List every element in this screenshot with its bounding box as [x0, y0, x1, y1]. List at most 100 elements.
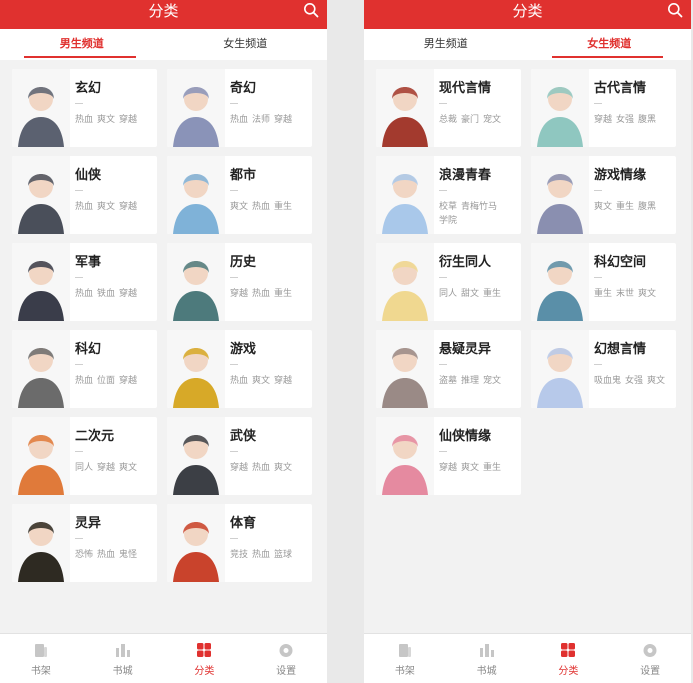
- nav-item[interactable]: 分类: [164, 634, 246, 683]
- category-card[interactable]: 奇幻 热血 法师 穿越: [167, 69, 312, 147]
- category-card[interactable]: 都市 爽文 热血 重生: [167, 156, 312, 234]
- category-name: 科幻空间: [594, 255, 647, 270]
- tag: 爽文: [594, 202, 613, 212]
- divider: [75, 190, 83, 191]
- nav-item[interactable]: 书架: [364, 634, 446, 683]
- tag: 爽文: [274, 463, 293, 473]
- category-name: 玄幻: [75, 81, 102, 96]
- category-card[interactable]: 浪漫青春 校草 青梅竹马学院: [376, 156, 521, 234]
- app-header: 分类: [364, 0, 691, 29]
- tag: 重生: [483, 463, 502, 473]
- bookstore-icon: [479, 644, 494, 657]
- nav-item[interactable]: 书架: [0, 634, 82, 683]
- category-card[interactable]: 历史 穿越 热血 重生: [167, 243, 312, 321]
- tag: 穿越: [97, 463, 116, 473]
- category-card[interactable]: 游戏 热血 爽文 穿越: [167, 330, 312, 408]
- category-name: 二次元: [75, 429, 115, 444]
- tag: 热血: [75, 202, 94, 212]
- tag: 热血: [252, 289, 271, 299]
- divider: [439, 277, 447, 278]
- tag: 同人: [439, 289, 458, 299]
- tag: 吸血鬼: [594, 376, 622, 386]
- yansheng-tongren-cover: [376, 243, 434, 321]
- category-name: 游戏情缘: [594, 168, 647, 183]
- category-card[interactable]: 灵异 恐怖 热血 鬼怪: [12, 504, 157, 582]
- tag: 同人: [75, 463, 94, 473]
- lingyi-cover: [12, 504, 70, 582]
- tag: 爽文: [252, 376, 271, 386]
- divider: [594, 190, 602, 191]
- nav-item[interactable]: 分类: [528, 634, 610, 683]
- tag: 穿越: [439, 463, 458, 473]
- tag: 穿越: [119, 376, 138, 386]
- category-card[interactable]: 二次元同人 穿越 爽文: [12, 417, 157, 495]
- tab-male-channel[interactable]: 男生频道: [364, 29, 528, 60]
- nav-item[interactable]: 书城: [446, 634, 528, 683]
- tag: 爽文: [97, 202, 116, 212]
- category-name: 悬疑灵异: [439, 342, 492, 357]
- youxi-qingyuan-cover: [531, 156, 589, 234]
- tag: 推理: [461, 376, 480, 386]
- nav-item[interactable]: 书城: [82, 634, 164, 683]
- category-grid: 现代言情 总裁 豪门 宠文 古代言情 穿越 女强 腹黑 浪漫青春 校草 青梅竹马学院 游戏情缘 爽文 重生…: [376, 69, 679, 495]
- category-card[interactable]: 玄幻 热血 爽文 穿越: [12, 69, 157, 147]
- dushi-cover: [167, 156, 225, 234]
- tab-female-channel[interactable]: 女生频道: [164, 29, 328, 60]
- divider: [594, 103, 602, 104]
- tab-female-channel[interactable]: 女生频道: [528, 29, 692, 60]
- channel-tabs: 男生频道 女生频道: [0, 29, 327, 60]
- category-name: 都市: [230, 168, 257, 183]
- tag: 女强: [616, 115, 635, 125]
- category-card[interactable]: 科幻 热血 位面 穿越: [12, 330, 157, 408]
- divider: [75, 277, 83, 278]
- category-card[interactable]: 仙侠 热血 爽文 穿越: [12, 156, 157, 234]
- nav-item[interactable]: 设置: [245, 634, 327, 683]
- category-card[interactable]: 体育 竞技 热血 篮球: [167, 504, 312, 582]
- divider: [75, 538, 83, 539]
- tag: 热血: [75, 289, 94, 299]
- tag: 热血: [252, 550, 271, 560]
- gudai-yanqing-cover: [531, 69, 589, 147]
- category-card[interactable]: 衍生同人 同人 甜文 重生: [376, 243, 521, 321]
- divider: [230, 364, 238, 365]
- tag: 宠文: [483, 376, 502, 386]
- tag: 总裁: [439, 115, 458, 125]
- category-card[interactable]: 武侠 穿越 热血 爽文: [167, 417, 312, 495]
- category-card[interactable]: 现代言情 总裁 豪门 宠文: [376, 69, 521, 147]
- tag: 重生: [274, 202, 293, 212]
- junshi-cover: [12, 243, 70, 321]
- category-card[interactable]: 游戏情缘 爽文 重生 腹黑: [531, 156, 676, 234]
- search-icon[interactable]: [667, 2, 683, 18]
- tag: 篮球: [274, 550, 293, 560]
- tag: 校草: [439, 202, 458, 212]
- tag: 穿越: [230, 289, 249, 299]
- tag: 腹黑: [638, 115, 657, 125]
- phone-screen-female: 分类 男生频道 女生频道 现代言情 总裁 豪门 宠文 古代言情 穿越 女强 腹黑 浪漫青春 校草青…: [364, 0, 691, 683]
- category-name: 现代言情: [439, 81, 492, 96]
- category-name: 浪漫青春: [439, 168, 492, 183]
- category-card[interactable]: 悬疑灵异盗墓 推理 宠文: [376, 330, 521, 408]
- tag: 热血: [252, 463, 271, 473]
- divider: [594, 364, 602, 365]
- category-name: 幻想言情: [594, 342, 647, 357]
- category-card[interactable]: 仙侠情缘 穿越 爽文 重生: [376, 417, 521, 495]
- category-card[interactable]: 军事 热血 铁血 穿越: [12, 243, 157, 321]
- category-card[interactable]: 科幻空间 重生 末世 爽文: [531, 243, 676, 321]
- tag: 爽文: [119, 463, 138, 473]
- search-icon[interactable]: [303, 2, 319, 18]
- tab-male-channel[interactable]: 男生频道: [0, 29, 164, 60]
- bottom-nav: 书架 书城 分类 设置: [0, 633, 327, 683]
- category-tags: 热血 铁血 穿越: [75, 287, 155, 301]
- nav-item[interactable]: 设置: [609, 634, 691, 683]
- lishi-cover: [167, 243, 225, 321]
- category-card[interactable]: 幻想言情 吸血鬼 女强 爽文: [531, 330, 676, 408]
- tag: 腹黑: [638, 202, 657, 212]
- category-tags: 热血 位面 穿越: [75, 374, 155, 388]
- category-tags: 盗墓 推理 宠文: [439, 374, 519, 388]
- kehuan-cover: [12, 330, 70, 408]
- nav-label: 分类: [194, 666, 215, 677]
- category-icon: [561, 643, 576, 657]
- xianxia-cover: [12, 156, 70, 234]
- category-name: 历史: [230, 255, 257, 270]
- category-card[interactable]: 古代言情 穿越 女强 腹黑: [531, 69, 676, 147]
